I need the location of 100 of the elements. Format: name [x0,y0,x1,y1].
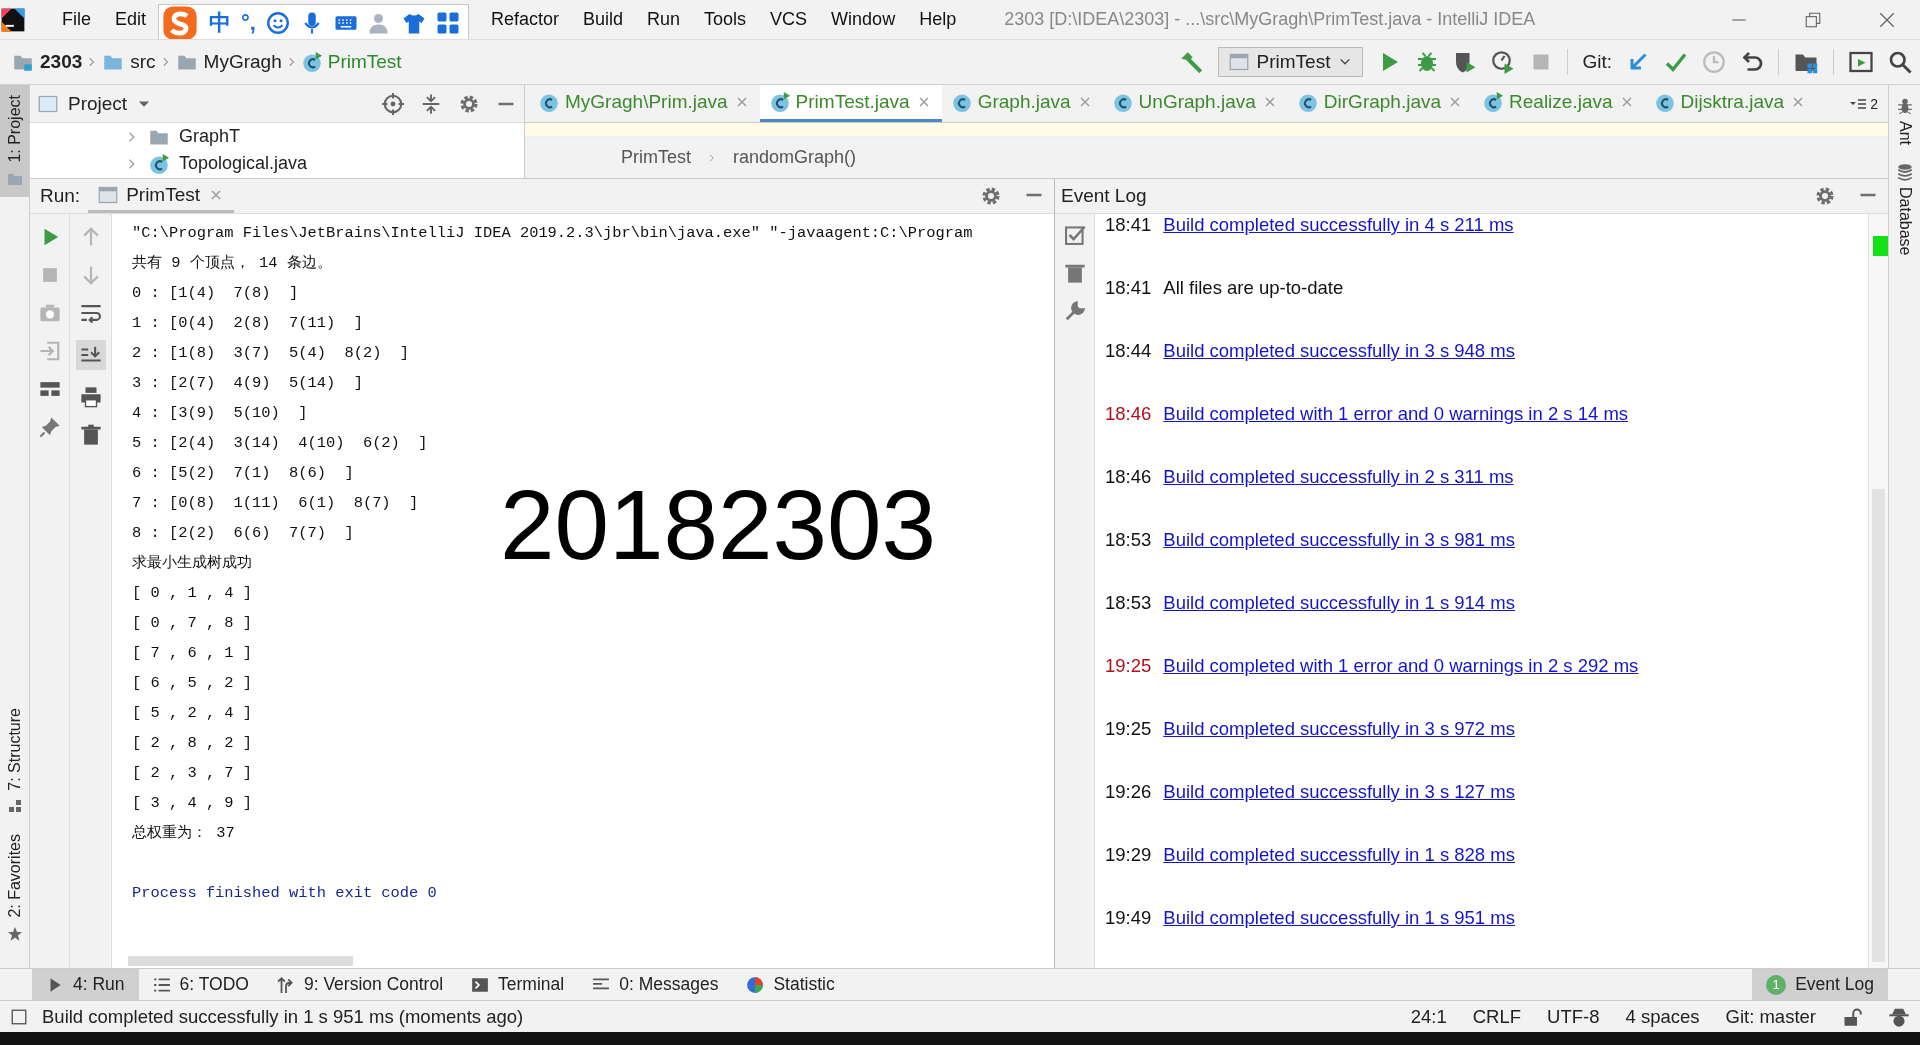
search-icon[interactable] [1888,50,1912,74]
lock-icon[interactable] [1842,1006,1862,1027]
console-line: [ 7 , 6 , 1 ] [132,643,254,664]
event-log-button[interactable]: 1 Event Log [1752,969,1888,1000]
menu-item[interactable]: Help [907,9,969,30]
log-link[interactable]: Build completed successfully in 1 s 914 ms [1163,592,1515,614]
tree-item[interactable]: Topological.java [179,153,308,174]
checkbox-icon[interactable] [1063,224,1086,246]
window-run-icon[interactable] [1848,50,1874,74]
status-item[interactable]: CRLF [1472,1005,1522,1028]
menu-item[interactable]: File [50,9,103,30]
panel-title-dropdown[interactable]: Project [68,92,128,115]
settings-icon[interactable] [1814,185,1836,207]
tool-window-button[interactable]: 6: TODO [138,969,263,1000]
console-line: 0 : [1(4) 7(8) ] [132,283,300,304]
editor-tab[interactable]: MyGragh\Prim.java [529,85,760,122]
run-configuration-dropdown[interactable]: PrimTest [1217,47,1364,77]
log-link[interactable]: Build completed successfully in 4 s 211 ms [1163,214,1514,236]
tree-item[interactable]: GraphT [179,126,241,147]
tool-window-button[interactable]: 9: Version Control [262,969,458,1000]
editor-tab[interactable]: Realize.java [1473,85,1645,122]
exit-message: Process finished with exit code 0 [132,883,438,904]
editor-tab[interactable]: PrimTest.java [759,85,942,122]
restore-icon[interactable] [1804,10,1822,29]
marker [1873,236,1888,256]
settings-icon[interactable] [980,185,1002,207]
run-tab[interactable]: PrimTest [88,179,235,213]
emoji-icon[interactable] [265,10,290,35]
log-link[interactable]: Build completed successfully in 3 s 972 ms [1163,718,1515,740]
breadcrumb-item[interactable]: src [130,51,156,73]
breadcrumb-item[interactable]: MyGragh [203,51,282,73]
editor-tab[interactable]: DirGraph.java [1287,85,1474,122]
pin-icon[interactable] [38,416,61,438]
breadcrumb-item[interactable]: PrimTest [327,51,402,73]
menu-item[interactable]: Run [635,9,693,30]
menu-item[interactable]: VCS [758,9,820,30]
input-mode-toggle[interactable]: 中 [209,7,232,38]
print-icon[interactable] [79,386,102,408]
wrap-icon[interactable] [79,302,102,324]
app-logo-icon[interactable] [0,6,26,33]
tool-window-button[interactable]: 0: Messages [578,969,733,1000]
menu-item[interactable]: Build [571,9,636,30]
trash-icon[interactable] [1063,262,1086,284]
tool-window-tab[interactable]: 7: Structure [0,697,29,825]
tool-window-button[interactable]: Statistic [732,969,849,1000]
status-item[interactable]: 24:1 [1410,1005,1447,1028]
status-item[interactable]: 4 spaces [1625,1005,1700,1028]
status-item[interactable]: Git: master [1725,1005,1816,1028]
statistic-icon [746,975,765,994]
breadcrumb-item[interactable]: 2303 [40,51,83,73]
log-time: 19:49 [1105,907,1152,929]
console-line: [ 5 , 2 , 4 ] [132,703,254,724]
square-icon[interactable] [10,1007,28,1026]
panel-label: Run: [40,185,81,207]
console-line: 8 : [2(2) 6(6) 7(7) ] [132,523,355,544]
log-link[interactable]: Build completed successfully in 2 s 311 ms [1163,466,1514,488]
notification-badge: 1 [1766,974,1787,995]
input-mode-toggle[interactable]: °, [241,9,256,36]
tool-window-button[interactable]: Terminal [457,969,579,1000]
trash-icon[interactable] [79,424,102,446]
breadcrumb-item[interactable]: PrimTest [621,147,691,168]
log-link[interactable]: Build completed successfully in 3 s 981 ms [1163,529,1515,551]
tool-window-tab[interactable]: 2: Favorites [0,824,29,952]
menu-item[interactable]: Edit [103,9,159,30]
command-line: "C:\Program Files\JetBrains\IntelliJ IDEA 2019.2.3\jbr\bin\java.exe" "-javaagent:C:\Program [132,223,974,244]
log-link[interactable]: Build completed successfully in 1 s 951 ms [1163,907,1515,929]
vcs-icon [276,975,295,994]
input-method-logo-icon[interactable] [161,3,200,39]
gauge-run-icon[interactable] [1491,50,1516,74]
console-line: 总权重为： 37 [132,823,236,844]
collapse-icon[interactable] [420,92,442,115]
window-title: 2303 [D:\IDEA\2303] - ...\src\MyGragh\PrimTest.java - IntelliJ IDEA [1004,9,1536,30]
tool-window-tab[interactable]: 1: Project [0,85,29,197]
status-item[interactable]: UTF-8 [1547,1005,1600,1028]
close-icon[interactable] [1878,10,1896,29]
tool-window-button[interactable]: 4: Run [32,969,139,1000]
editor-tab[interactable]: Dijsktra.java [1644,85,1817,122]
undo-icon[interactable] [1740,50,1764,74]
tool-window-tab[interactable]: Database [1895,163,1914,256]
wrench-icon[interactable] [1063,300,1086,322]
log-link[interactable]: Build completed successfully in 1 s 828 ms [1163,844,1515,866]
log-link[interactable]: Build completed successfully in 3 s 127 ms [1163,781,1515,803]
log-link[interactable]: Build completed successfully in 3 s 948 ms [1163,340,1515,362]
tool-window-tab[interactable]: Ant [1895,97,1914,145]
log-link[interactable]: Build completed with 1 error and 0 warnings in 2 s 14 ms [1163,403,1629,425]
shield-run-icon[interactable] [1453,50,1478,74]
log-link[interactable]: Build completed with 1 error and 0 warnings in 2 s 292 ms [1163,655,1639,677]
menu-item[interactable]: Tools [692,9,759,30]
scrollbar[interactable] [128,956,353,966]
editor-tab[interactable]: Graph.java [941,85,1103,122]
breadcrumb-item[interactable]: randomGraph() [733,147,857,168]
menu-item[interactable]: Window [819,9,908,30]
log-time: 18:46 [1105,466,1152,488]
tab-overflow-button[interactable]: 2 [1848,85,1888,122]
menu-item[interactable]: Refactor [478,9,571,30]
git-label: Git: [1582,51,1612,73]
camera-icon[interactable] [38,302,61,324]
locate-icon[interactable] [382,92,404,115]
grid-icon[interactable] [435,10,460,35]
editor-tab[interactable]: UnGraph.java [1102,85,1288,122]
